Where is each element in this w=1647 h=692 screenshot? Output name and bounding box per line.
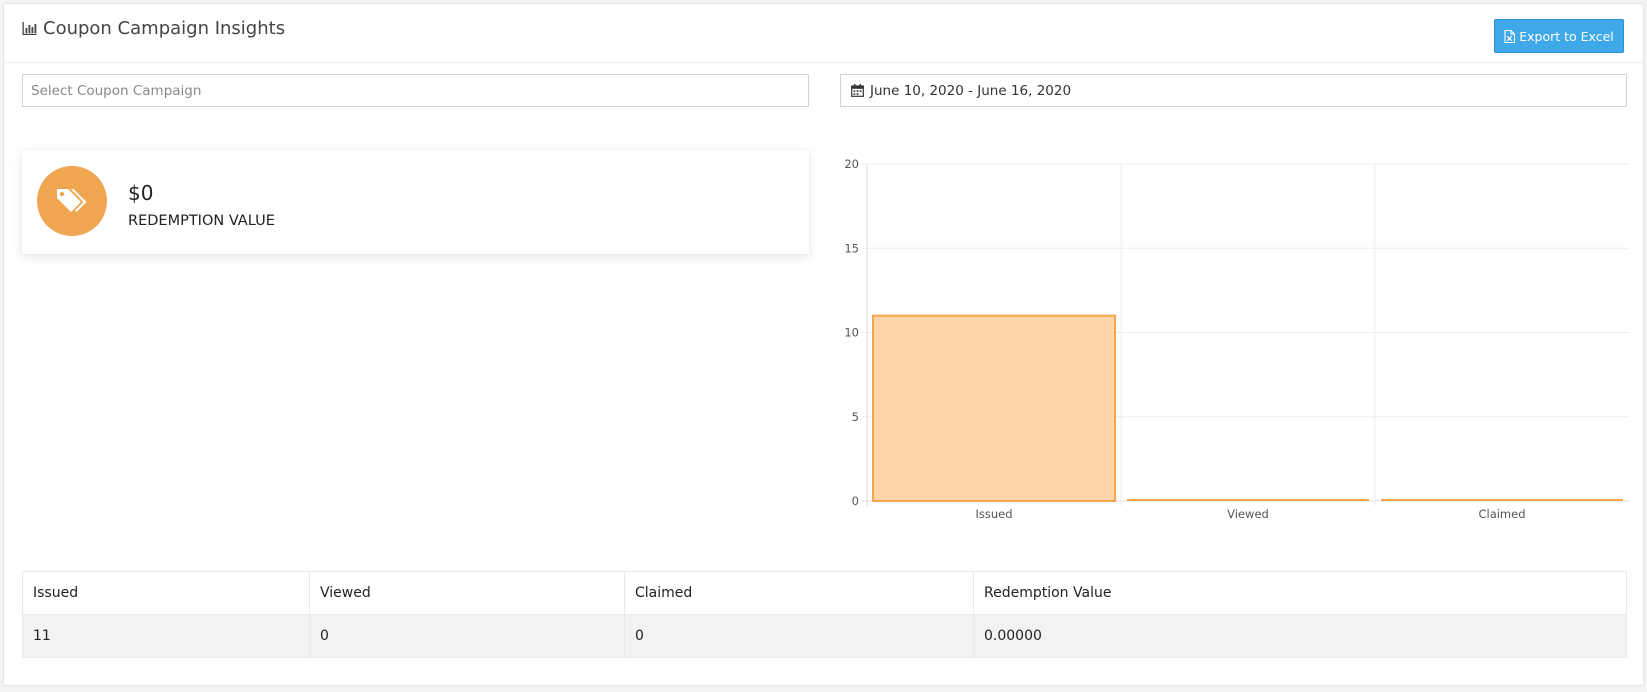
page-title-text: Coupon Campaign Insights [43,18,286,39]
page-title: Coupon Campaign Insights [22,18,285,39]
calendar-icon [851,84,864,97]
redemption-value-label: REDEMPTION VALUE [128,213,275,229]
tags-icon [57,189,87,212]
y-tick-label: 0 [852,494,859,508]
stat-icon-circle [37,166,107,236]
cell-viewed: 0 [309,614,625,658]
y-tick-label: 10 [844,326,859,340]
coupon-campaign-select[interactable] [22,74,809,107]
x-tick-label: Claimed [1478,507,1525,521]
cell-issued: 11 [22,614,310,658]
column-header-claimed: Claimed [624,571,974,615]
bar-chart: 0 5 10 15 20 Issued Viewed Claimed [844,157,1629,521]
table-header-row: Issued Viewed Claimed Redemption Value [22,571,1627,615]
redemption-value-card: $0 REDEMPTION VALUE [22,150,809,254]
export-to-excel-button[interactable]: Export to Excel [1494,19,1624,53]
column-header-issued: Issued [22,571,310,615]
insights-table: Issued Viewed Claimed Redemption Value 1… [22,571,1627,658]
y-tick-label: 5 [852,410,859,424]
y-tick-label: 20 [844,157,859,171]
bar-issued [872,314,1116,502]
bar-chart-icon [22,22,37,35]
y-tick-label: 15 [844,241,859,255]
redemption-value-amount: $0 [128,181,154,205]
column-header-viewed: Viewed [309,571,625,615]
excel-file-icon [1504,29,1516,43]
date-range-picker[interactable]: June 10, 2020 - June 16, 2020 [840,74,1627,107]
date-range-text: June 10, 2020 - June 16, 2020 [870,82,1072,99]
x-tick-label: Viewed [1227,507,1269,521]
cell-redemption-value: 0.00000 [973,614,1627,658]
export-button-label: Export to Excel [1519,28,1614,44]
panel-header: Coupon Campaign Insights Export to Excel [4,4,1643,63]
x-tick-label: Issued [975,507,1012,521]
insights-panel: Coupon Campaign Insights Export to Excel… [3,3,1644,686]
column-header-redemption-value: Redemption Value [973,571,1627,615]
table-row: 11 0 0 0.00000 [22,614,1627,658]
cell-claimed: 0 [624,614,974,658]
